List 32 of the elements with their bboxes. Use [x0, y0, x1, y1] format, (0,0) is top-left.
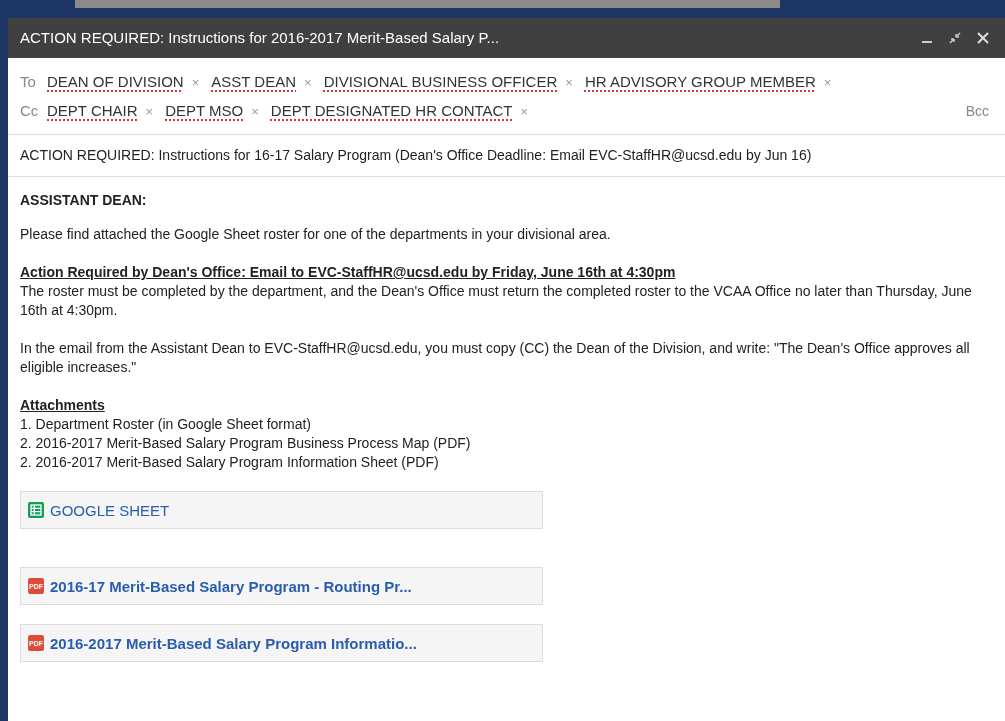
cc-label: Cc	[20, 100, 40, 121]
remove-recipient-button[interactable]: ×	[565, 75, 573, 89]
remove-recipient-button[interactable]: ×	[191, 75, 200, 89]
spreadsheet-icon	[28, 502, 44, 518]
section-heading: Attachments	[20, 396, 106, 415]
recipient-chip[interactable]: HR ADVISORY GROUP MEMBER	[584, 70, 816, 94]
remove-recipient-button[interactable]: ×	[823, 75, 832, 89]
bcc-link[interactable]: Bcc	[965, 100, 993, 122]
recipient-chip[interactable]: DEPT DESIGNATED HR CONTACT	[270, 99, 513, 123]
recipient-chip[interactable]: ASST DEAN	[211, 70, 297, 94]
body-text: The roster must be completed by the department, and the Dean's Office must return the completed roster to the VCAA Office no later than Thursday, June 16th at 4:30pm.	[20, 282, 973, 320]
attachment-link[interactable]: GOOGLE SHEET	[20, 491, 543, 529]
body-text: 1. Department Roster (in Google Sheet format)	[20, 415, 313, 434]
recipient-chip[interactable]: DEPT CHAIR	[47, 99, 138, 123]
recipient-chip[interactable]: DEAN OF DIVISION	[47, 70, 184, 94]
window-title: ACTION REQUIRED: Instructions for 2016-2017 Merit-Based Salary P...	[20, 27, 501, 48]
subject-field[interactable]: ACTION REQUIRED: Instructions for 16-17 Salary Program (Dean's Office Deadline: Email EVC-StaffHR@ucsd.edu by Jun 16)	[20, 145, 812, 166]
greeting-heading: ASSISTANT DEAN:	[20, 191, 148, 210]
recipient-chip[interactable]: DIVISIONAL BUSINESS OFFICER	[323, 70, 558, 94]
body-text: Please find attached the Google Sheet roster for one of the departments in your divisional area.	[20, 225, 612, 244]
remove-recipient-button[interactable]: ×	[251, 104, 259, 118]
remove-recipient-button[interactable]: ×	[304, 75, 312, 89]
body-text: 2. 2016-2017 Merit-Based Salary Program Information Sheet (PDF)	[20, 453, 440, 472]
body-text: In the email from the Assistant Dean to EVC-StaffHR@ucsd.edu, you must copy (CC) the Dean of the Division, and write: "The Dean's Office approves all eligible increases."	[20, 339, 971, 377]
remove-recipient-button[interactable]: ×	[145, 104, 154, 118]
recipient-chip[interactable]: DEPT MSO	[165, 99, 244, 123]
collapse-icon[interactable]	[949, 32, 961, 44]
remove-recipient-button[interactable]: ×	[520, 104, 529, 118]
body-text: 2. 2016-2017 Merit-Based Salary Program Business Process Map (PDF)	[20, 434, 472, 453]
section-heading: Action Required by Dean's Office: Email to EVC-StaffHR@ucsd.edu by Friday, June 16th at 4:30pm	[20, 263, 677, 282]
close-icon[interactable]	[977, 32, 989, 44]
to-label: To	[20, 71, 37, 92]
